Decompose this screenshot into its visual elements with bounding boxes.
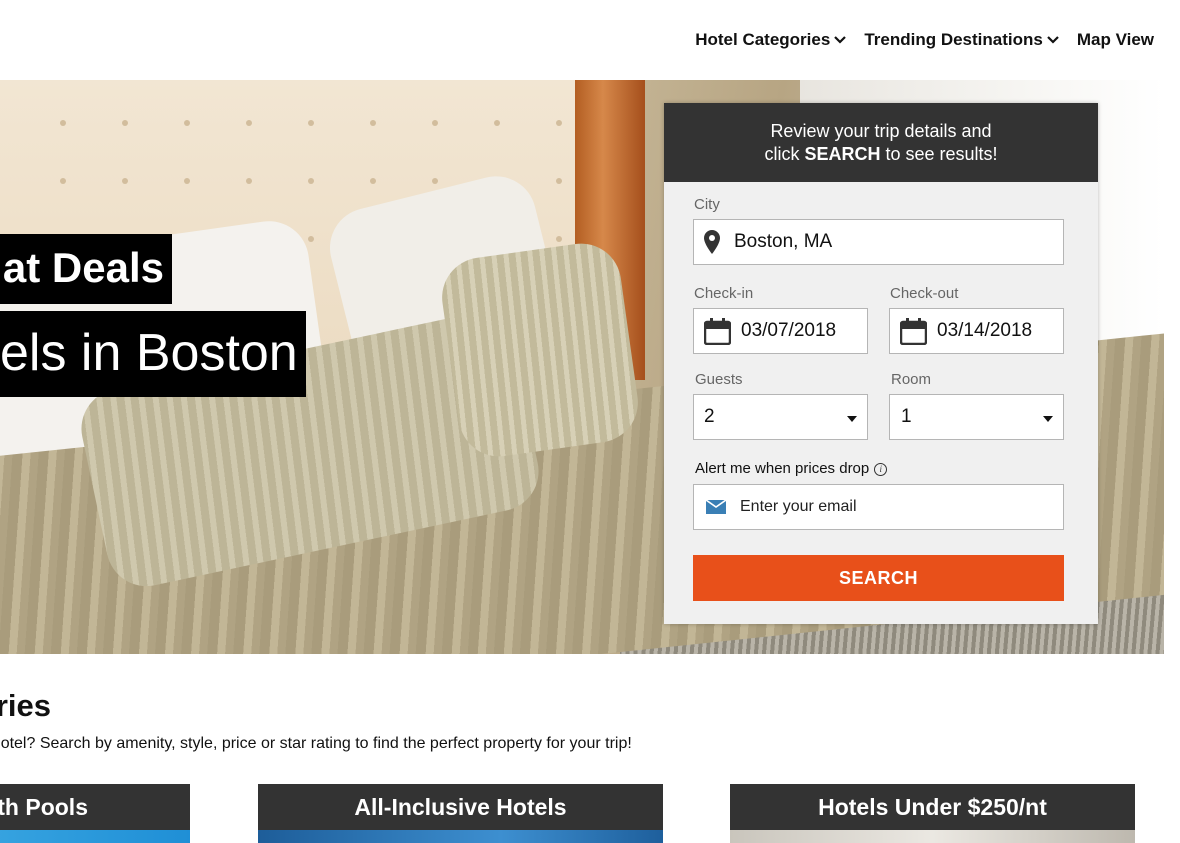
nav-trending-destinations-label: Trending Destinations [864,30,1043,49]
dropdown-arrow-icon [847,416,857,422]
category-card-title: All-Inclusive Hotels [258,784,663,830]
hero-headline-line2: els in Boston [0,311,306,397]
category-card-title: th Pools [0,784,190,830]
nav-trending-destinations[interactable]: Trending Destinations [864,30,1059,50]
header-line2-bold: SEARCH [804,144,881,164]
city-field[interactable]: Boston, MA [693,219,1064,265]
category-card-all-inclusive[interactable]: All-Inclusive Hotels [258,784,663,843]
checkout-value: 03/14/2018 [937,320,1033,341]
guests-select[interactable]: 2 [693,394,868,440]
category-card-image [258,830,663,843]
chevron-down-icon [1047,36,1059,44]
price-alert-label: Alert me when prices drop i [695,460,888,477]
headboard-tuft [246,178,252,184]
page: Hotel Categories Trending Destinations M… [0,0,1180,843]
nav-hotel-categories[interactable]: Hotel Categories [695,30,847,50]
headboard-tuft [370,120,376,126]
checkout-field[interactable]: 03/14/2018 [889,308,1064,354]
headboard-tuft [122,120,128,126]
info-icon[interactable]: i [874,463,888,476]
search-panel-header: Review your trip details and click SEARC… [664,103,1098,182]
header-line2-suffix: to see results! [880,144,998,164]
email-field[interactable]: Enter your email [693,484,1064,530]
headboard-tuft [556,120,562,126]
nav-map-view[interactable]: Map View [1077,30,1154,50]
city-value: Boston, MA [734,231,833,252]
headboard-tuft [556,178,562,184]
search-panel: Review your trip details and click SEARC… [664,103,1098,624]
chevron-down-icon [834,36,847,44]
headboard-tuft [308,120,314,126]
guests-value: 2 [704,406,715,427]
headboard-tuft [370,178,376,184]
category-card-image [0,830,190,843]
categories-subtitle: of hotel? Search by amenity, style, pric… [0,735,632,752]
search-button[interactable]: SEARCH [693,555,1064,601]
hero-pillow [436,238,644,462]
guests-label: Guests [695,371,743,388]
email-placeholder: Enter your email [740,498,857,515]
category-card-image [730,830,1135,843]
map-pin-icon [704,230,720,254]
top-nav: Hotel Categories Trending Destinations M… [695,30,1154,50]
nav-hotel-categories-label: Hotel Categories [695,30,831,49]
header-line2-prefix: click [764,144,805,164]
headboard-tuft [184,178,190,184]
category-card-pools[interactable]: th Pools [0,784,190,843]
headboard-tuft [60,120,66,126]
room-select[interactable]: 1 [889,394,1064,440]
checkout-label: Check-out [890,285,959,302]
headboard-tuft [308,178,314,184]
price-alert-text: Alert me when prices drop [695,460,870,477]
hero-headline-line1: at Deals [0,234,172,304]
checkin-value: 03/07/2018 [741,320,837,341]
search-panel-header-line2: click SEARCH to see results! [664,143,1098,166]
headboard-tuft [308,236,314,242]
category-card-under-250[interactable]: Hotels Under $250/nt [730,784,1135,843]
headboard-tuft [60,178,66,184]
checkin-field[interactable]: 03/07/2018 [693,308,868,354]
calendar-icon [900,317,927,345]
room-value: 1 [901,406,912,427]
categories-title: gories [0,688,52,723]
search-panel-header-line1: Review your trip details and [770,121,992,141]
headboard-tuft [432,120,438,126]
headboard-tuft [122,178,128,184]
headboard-tuft [432,178,438,184]
nav-map-view-label: Map View [1076,30,1154,49]
calendar-icon [704,317,731,345]
category-card-title: Hotels Under $250/nt [730,784,1135,830]
headboard-tuft [246,120,252,126]
dropdown-arrow-icon [1043,416,1053,422]
headboard-tuft [556,236,562,242]
city-label: City [694,196,720,213]
headboard-tuft [494,120,500,126]
checkin-label: Check-in [694,285,754,302]
headboard-tuft [184,120,190,126]
room-label: Room [891,371,932,388]
envelope-icon [706,500,726,514]
